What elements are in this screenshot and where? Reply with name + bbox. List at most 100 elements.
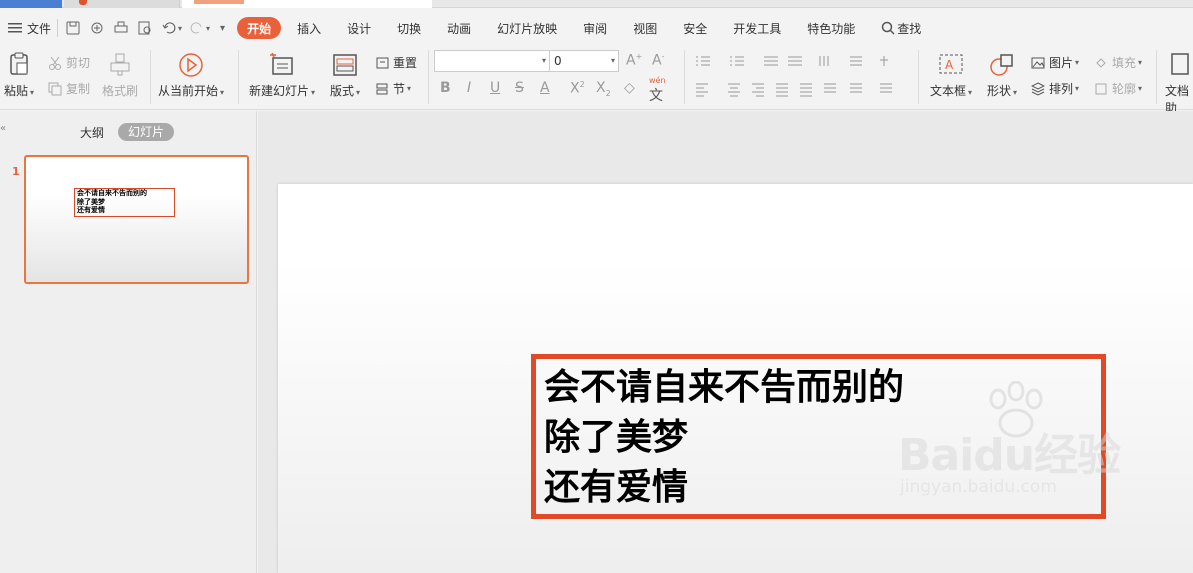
scissors-icon bbox=[49, 56, 61, 70]
format-painter-icon bbox=[110, 53, 130, 76]
thumbnail-line: 会不请自来不告而别的 bbox=[77, 189, 147, 197]
file-menu-label: 文件 bbox=[27, 21, 52, 36]
layout-label: 版式 bbox=[330, 84, 355, 98]
clear-format-icon[interactable]: ◇ bbox=[624, 80, 635, 96]
font-size-value: 0 bbox=[554, 54, 562, 68]
decrease-font-icon[interactable]: A- bbox=[652, 52, 664, 69]
tab-animations[interactable]: 动画 bbox=[447, 17, 471, 39]
slide-thumbnail[interactable]: 会不请自来不告而别的 除了美梦 还有爱情 bbox=[24, 155, 249, 284]
picture-button[interactable]: 图片 ▾ bbox=[1031, 54, 1079, 71]
divider bbox=[428, 50, 429, 104]
phonetic-guide-icon[interactable]: wén 文 bbox=[649, 77, 666, 105]
hamburger-icon bbox=[8, 23, 22, 33]
font-size-select[interactable]: 0 ▾ bbox=[549, 50, 619, 72]
divider bbox=[150, 50, 151, 104]
window-tab-document[interactable] bbox=[64, 0, 180, 8]
font-color-icon[interactable]: A bbox=[540, 80, 550, 96]
picture-label: 图片 bbox=[1049, 56, 1074, 70]
text-box-button[interactable]: A 文本框 ▾ bbox=[930, 52, 972, 99]
watermark: Baidu经验 jingyan.baidu.com bbox=[898, 381, 1148, 501]
play-from-current-button[interactable]: 从当前开始 ▾ bbox=[158, 52, 224, 99]
tab-home[interactable]: 开始 bbox=[237, 17, 282, 39]
new-slide-icon bbox=[270, 52, 293, 75]
increase-font-icon[interactable]: A+ bbox=[626, 52, 642, 69]
play-icon bbox=[179, 53, 203, 77]
paste-button[interactable]: 粘贴 ▾ bbox=[4, 52, 34, 99]
paste-label: 粘贴 bbox=[4, 84, 29, 98]
thumbnail-text-box: 会不请自来不告而别的 除了美梦 还有爱情 bbox=[74, 188, 175, 217]
redo-icon[interactable]: ▾ bbox=[190, 17, 210, 39]
bold-icon[interactable]: B bbox=[440, 80, 451, 96]
collapse-panel-icon[interactable]: « bbox=[0, 123, 6, 134]
layers-icon bbox=[1031, 81, 1045, 96]
tab-insert[interactable]: 插入 bbox=[297, 17, 321, 39]
tab-features[interactable]: 特色功能 bbox=[807, 17, 855, 39]
divider bbox=[918, 50, 919, 104]
shape-button[interactable]: 形状 ▾ bbox=[987, 52, 1017, 99]
wps-logo-icon bbox=[194, 0, 244, 4]
tab-security[interactable]: 安全 bbox=[683, 17, 707, 39]
divider bbox=[684, 50, 685, 104]
fill-button[interactable]: 填充 ▾ bbox=[1094, 54, 1142, 71]
section-button[interactable]: 节 ▾ bbox=[375, 80, 411, 97]
arrange-label: 排列 bbox=[1049, 82, 1074, 96]
font-family-select[interactable]: ▾ bbox=[434, 50, 550, 72]
underline-icon[interactable]: U bbox=[490, 80, 500, 96]
section-label: 节 bbox=[393, 82, 406, 96]
thumbnail-line: 还有爱情 bbox=[77, 206, 105, 214]
panel-tabs: « 大纲 幻灯片 bbox=[0, 111, 257, 153]
tab-slideshow[interactable]: 幻灯片放映 bbox=[497, 17, 557, 39]
format-painter-label: 格式刷 bbox=[102, 84, 139, 98]
slide-navigation-panel: « 大纲 幻灯片 1 会不请自来不告而别的 除了美梦 还有爱情 bbox=[0, 111, 257, 573]
tab-design[interactable]: 设计 bbox=[347, 17, 371, 39]
outline-button[interactable]: 轮廓 ▾ bbox=[1094, 80, 1142, 97]
tab-transitions[interactable]: 切换 bbox=[397, 17, 421, 39]
copy-button[interactable]: 复制 bbox=[48, 80, 90, 97]
layout-button[interactable]: 版式 ▾ bbox=[330, 52, 360, 99]
divider bbox=[57, 19, 59, 37]
search-icon bbox=[882, 21, 895, 35]
cut-label: 剪切 bbox=[66, 56, 91, 70]
copy-label: 复制 bbox=[66, 82, 91, 96]
window-tab-active[interactable] bbox=[182, 0, 432, 8]
outline-icon bbox=[1095, 83, 1107, 94]
reset-button[interactable]: 重置 bbox=[375, 54, 417, 71]
search-label: 查找 bbox=[897, 21, 922, 36]
slide[interactable]: 会不请自来不告而别的 除了美梦 还有爱情 bbox=[278, 184, 1193, 573]
export-icon[interactable] bbox=[90, 17, 104, 39]
ribbon-toolbar: 粘贴 ▾ 剪切 复制 格式刷 从当前开始 ▾ 新建幻灯片 ▾ 版式 ▾ 重置 节 ▾ ▾ … bbox=[0, 44, 1193, 115]
tab-view[interactable]: 视图 bbox=[633, 17, 657, 39]
cut-button[interactable]: 剪切 bbox=[48, 54, 90, 71]
print-icon[interactable] bbox=[114, 17, 128, 39]
copy-icon bbox=[48, 82, 62, 95]
print-preview-icon[interactable] bbox=[138, 17, 152, 39]
italic-icon[interactable]: I bbox=[467, 80, 471, 96]
superscript-icon[interactable]: X2 bbox=[570, 80, 585, 97]
reset-icon bbox=[376, 57, 389, 68]
subscript-icon[interactable]: X2 bbox=[596, 80, 611, 98]
outline-label: 轮廓 bbox=[1112, 82, 1137, 96]
save-icon[interactable] bbox=[66, 17, 80, 39]
file-menu[interactable]: 文件 bbox=[8, 17, 51, 39]
wps-logo-icon bbox=[79, 0, 87, 5]
format-painter-button[interactable]: 格式刷 bbox=[102, 52, 138, 99]
new-slide-button[interactable]: 新建幻灯片 ▾ bbox=[249, 52, 315, 99]
divider bbox=[238, 50, 239, 104]
window-tab-home[interactable] bbox=[0, 0, 62, 8]
bullets-icon[interactable] bbox=[694, 54, 894, 100]
tab-slides[interactable]: 幻灯片 bbox=[118, 123, 174, 141]
doc-assistant-button[interactable]: 文档助 bbox=[1165, 52, 1193, 116]
tab-developer[interactable]: 开发工具 bbox=[733, 17, 781, 39]
layout-icon bbox=[333, 54, 357, 76]
quick-access-dropdown-icon[interactable]: ▾ bbox=[218, 17, 225, 39]
slide-number: 1 bbox=[12, 165, 20, 178]
tab-review[interactable]: 审阅 bbox=[583, 17, 607, 39]
search-button[interactable]: 查找 bbox=[881, 17, 921, 39]
arrange-button[interactable]: 排列 ▾ bbox=[1031, 80, 1079, 97]
text-box-label: 文本框 bbox=[930, 84, 967, 98]
svg-text:A: A bbox=[945, 58, 954, 72]
menu-bar: 文件 ▾ ▾ ▾ 开始 插入 设计 切换 动画 幻灯片放映 审阅 视图 安全 开… bbox=[0, 12, 1193, 44]
strikethrough-icon[interactable]: S bbox=[515, 80, 524, 96]
tab-outline[interactable]: 大纲 bbox=[80, 124, 104, 141]
undo-icon[interactable]: ▾ bbox=[162, 17, 182, 39]
